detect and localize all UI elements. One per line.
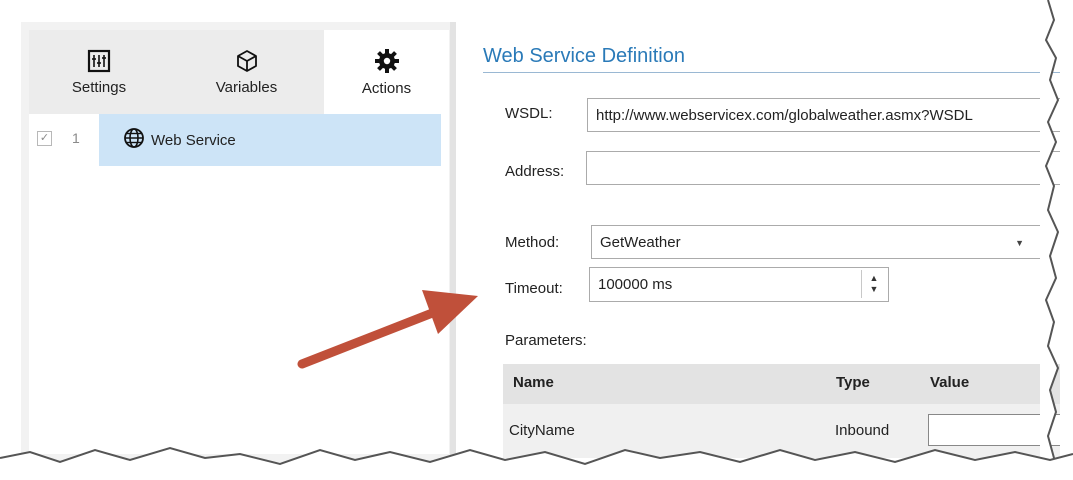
timeout-input[interactable]: 100000 ms ▲ ▼ [589, 267, 889, 302]
column-header-value[interactable]: Value [930, 374, 969, 391]
list-item[interactable]: ✓ 1 Web Service [29, 114, 449, 166]
address-label: Address: [505, 163, 565, 180]
column-header-name[interactable]: Name [513, 374, 554, 391]
tab-actions[interactable]: Actions [324, 30, 449, 114]
cube-icon [235, 49, 259, 73]
timeout-stepper[interactable]: ▲ ▼ [861, 270, 886, 298]
tab-settings[interactable]: Settings [29, 30, 169, 114]
timeout-value: 100000 ms [598, 276, 673, 293]
right-pane: Web Service Definition WSDL: http://www.… [456, 22, 1073, 462]
action-enabled-checkbox[interactable]: ✓ [37, 131, 52, 146]
left-pane: Settings Variables Actions ✓ 1 Web Servi… [21, 22, 456, 462]
torn-edge-right [1040, 0, 1073, 480]
action-label: Web Service [151, 131, 236, 149]
wsdl-value: http://www.webservicex.com/globalweather… [596, 106, 973, 124]
column-header-type[interactable]: Type [836, 374, 870, 391]
increment-icon[interactable]: ▲ [870, 273, 879, 284]
method-select[interactable]: GetWeather ▼ [591, 225, 1041, 259]
screenshot-canvas: { "left_pane": { "tabs": [ {"label": "Se… [0, 0, 1073, 480]
section-title: Web Service Definition [483, 45, 685, 67]
decrement-icon[interactable]: ▼ [870, 284, 879, 295]
address-input[interactable] [586, 151, 1066, 185]
table-header: Name Type Value [503, 364, 1063, 404]
globe-icon [123, 127, 145, 153]
chevron-down-icon[interactable]: ▼ [1015, 238, 1024, 248]
tab-actions-label: Actions [361, 79, 412, 97]
action-index: 1 [72, 130, 80, 146]
tab-variables-label: Variables [215, 78, 278, 96]
action-item-web-service[interactable]: Web Service [99, 114, 441, 166]
gear-icon [374, 48, 400, 74]
method-label: Method: [505, 234, 560, 251]
tab-bar: Settings Variables Actions [29, 30, 449, 114]
method-value: GetWeather [600, 233, 681, 251]
wsdl-label: WSDL: [505, 105, 553, 122]
wsdl-input[interactable]: http://www.webservicex.com/globalweather… [587, 98, 1067, 132]
tab-variables[interactable]: Variables [169, 30, 324, 114]
title-divider [483, 72, 1073, 73]
parameters-label: Parameters: [505, 332, 587, 349]
annotation-arrow [297, 290, 478, 369]
tab-settings-label: Settings [71, 78, 127, 96]
timeout-label: Timeout: [505, 280, 563, 297]
torn-edge-bottom [0, 446, 1073, 480]
sliders-icon [87, 49, 111, 73]
